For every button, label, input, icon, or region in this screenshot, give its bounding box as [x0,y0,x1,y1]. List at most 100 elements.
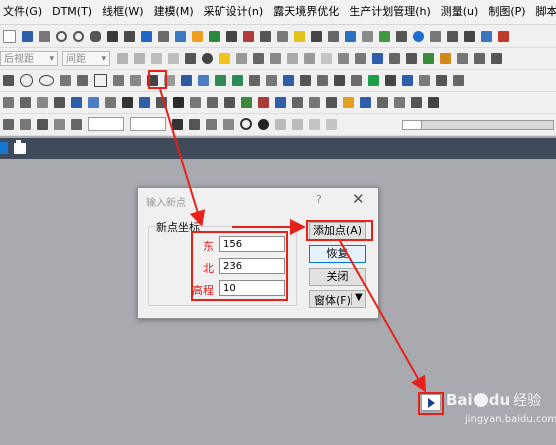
triangle-icon[interactable] [139,96,150,108]
solid-icon[interactable] [173,96,184,108]
measure-icon[interactable] [345,30,356,42]
asterisk-icon[interactable] [54,118,65,130]
pentagon-icon[interactable] [77,74,88,86]
curve-icon[interactable] [113,74,124,86]
snap-icon[interactable] [389,52,400,64]
search-icon[interactable] [56,30,67,42]
document-tab-icon[interactable] [14,140,26,154]
symbol-icon[interactable] [334,74,345,86]
restore-button[interactable]: 恢复 [309,245,366,263]
shade-icon[interactable] [158,30,169,42]
cursor-icon[interactable] [185,52,196,64]
boundary-icon[interactable] [122,96,133,108]
bench-icon[interactable] [266,74,277,86]
step-field-2[interactable] [130,117,166,131]
menu-drafting[interactable]: 制图(P) [485,0,532,24]
road-icon[interactable] [300,74,311,86]
volume-icon[interactable] [423,52,434,64]
delete-icon[interactable] [321,52,332,64]
sample-icon[interactable] [275,96,286,108]
arrow-left-icon[interactable] [117,52,128,64]
pen-icon[interactable] [253,52,264,64]
stop-icon[interactable] [206,118,217,130]
edit-icon[interactable] [3,118,14,130]
cut-icon[interactable] [270,52,281,64]
power-icon[interactable] [240,118,252,130]
cube-icon[interactable] [175,30,186,42]
polygon-icon[interactable] [236,52,247,64]
pointer-icon[interactable] [124,30,135,42]
group-icon[interactable] [71,96,82,108]
menu-wireframe[interactable]: 线框(W) [99,0,150,24]
subtract-icon[interactable] [224,96,235,108]
clip-icon[interactable] [491,52,502,64]
slider-thumb[interactable] [403,121,422,129]
scale-icon[interactable] [20,96,31,108]
camera-view-icon[interactable] [172,118,183,130]
gear-icon[interactable] [258,118,269,130]
repair-icon[interactable] [258,96,269,108]
close-icon[interactable]: ✕ [352,190,365,208]
tools-icon[interactable] [419,74,430,86]
extend-icon[interactable] [474,52,485,64]
slope-icon[interactable] [249,74,260,86]
mesh-icon[interactable] [156,96,167,108]
annotation-icon[interactable] [351,74,362,86]
diamond-icon[interactable] [360,96,371,108]
camera-icon[interactable] [464,30,475,42]
filter-icon[interactable] [311,30,322,42]
north-arrow-icon[interactable] [428,96,439,108]
record-icon[interactable] [223,118,234,130]
offset-icon[interactable] [372,52,383,64]
forward-icon[interactable] [326,118,337,130]
mirror-icon[interactable] [37,96,48,108]
estimate-icon[interactable] [309,96,320,108]
highlight-icon[interactable] [219,52,230,64]
line-icon[interactable] [3,74,14,86]
section-icon[interactable] [260,30,271,42]
intersect-icon[interactable] [190,96,201,108]
menu-file[interactable]: 文件(G) [0,0,49,24]
paste-icon[interactable] [304,52,315,64]
play-icon[interactable] [189,118,200,130]
surface-icon[interactable] [209,30,220,42]
save-icon[interactable] [22,30,33,42]
spline-icon[interactable] [130,74,141,86]
wire-icon[interactable] [226,30,237,42]
report-icon[interactable] [326,96,337,108]
join-icon[interactable] [338,52,349,64]
chevron-down-icon[interactable]: ▼ [355,292,363,303]
step-back-icon[interactable] [275,118,286,130]
settings-icon[interactable] [396,30,407,42]
arrow-right-icon[interactable] [134,52,145,64]
legend-icon[interactable] [343,96,354,108]
stretch-icon[interactable] [105,96,116,108]
bracket-icon[interactable] [317,74,328,86]
help-icon[interactable]: ? [316,193,322,206]
gem-icon[interactable] [402,74,413,86]
copy-icon[interactable] [287,52,298,64]
trim-icon[interactable] [457,52,468,64]
window-menu-button[interactable]: 窗体(F) ▼ [309,290,366,308]
menu-survey[interactable]: 测量(u) [438,0,486,24]
frame-icon[interactable] [411,96,422,108]
pin-icon[interactable] [20,118,31,130]
block-icon[interactable] [243,30,254,42]
export-icon[interactable] [481,30,492,42]
menu-pit-optimization[interactable]: 露天境界优化 [270,0,346,24]
elevation-icon[interactable] [215,74,226,86]
union-icon[interactable] [207,96,218,108]
menu-script[interactable]: 脚本 [533,0,556,24]
table-icon[interactable] [362,30,373,42]
layer-icon[interactable] [192,30,203,42]
link-icon[interactable] [447,30,458,42]
lock-icon[interactable] [328,30,339,42]
grid-icon[interactable] [141,30,152,42]
menu-dtm[interactable]: DTM(T) [49,0,99,24]
menu-mine-design[interactable]: 采矿设计(n) [201,0,271,24]
rotate-icon[interactable] [107,30,118,42]
split-icon[interactable] [355,52,366,64]
light-icon[interactable] [294,30,305,42]
new-icon[interactable] [3,29,16,43]
plane-icon[interactable] [277,30,288,42]
